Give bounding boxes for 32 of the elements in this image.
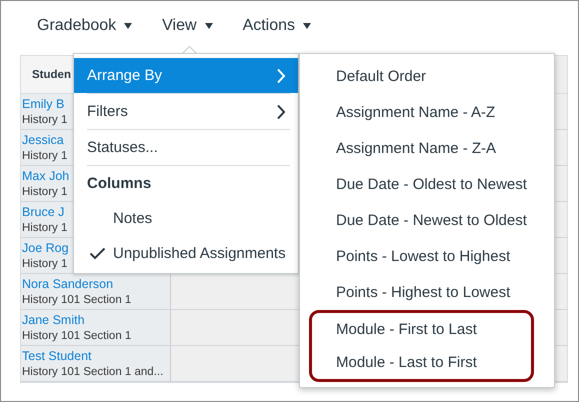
menu-item[interactable]: Assignment Name - A-Z [300,94,554,130]
section-text: History 1 [22,221,68,235]
menu-item[interactable]: Unpublished Assignments [74,236,298,271]
menu-button[interactable]: Actions [238,11,316,41]
menu-heading: Columns [86,174,152,194]
menu-item[interactable]: Module - First to Last [312,313,531,346]
section-text: History 1 [22,113,68,127]
section-text: History 101 Section 1 and... [22,365,164,379]
check-icon [89,247,106,260]
menu-item[interactable]: Due Date - Newest to Oldest [300,202,554,238]
section-text: History 1 [22,149,68,163]
caret-icon [124,23,132,29]
section-text: History 1 [22,257,68,271]
menu-button[interactable]: Gradebook [33,11,136,41]
caret-icon [204,23,213,29]
section-text: History 101 Section 1 [22,293,132,307]
chevron-icon [276,68,286,84]
menu-item[interactable]: Module - Last to First [312,346,531,379]
menu-item[interactable]: Due Date - Oldest to Newest [300,166,554,202]
menu-button[interactable]: View [158,11,217,41]
section-text: History 1 [22,185,68,199]
menu-item[interactable]: Assignment Name - Z-A [300,130,554,166]
caret-icon [303,23,312,29]
menu-item[interactable]: Points - Lowest to Highest [300,238,554,274]
menu-item[interactable]: Points - Highest to Lowest [300,274,554,310]
menu-item[interactable]: Filters [74,94,298,129]
menu-item[interactable]: Default Order [300,58,554,94]
menu-item[interactable]: Arrange By [74,58,298,93]
section-text: History 101 Section 1 [22,329,132,343]
chevron-icon [276,104,286,120]
menu-item[interactable]: Statuses... [74,130,298,165]
menu-item[interactable]: Notes [74,201,298,236]
